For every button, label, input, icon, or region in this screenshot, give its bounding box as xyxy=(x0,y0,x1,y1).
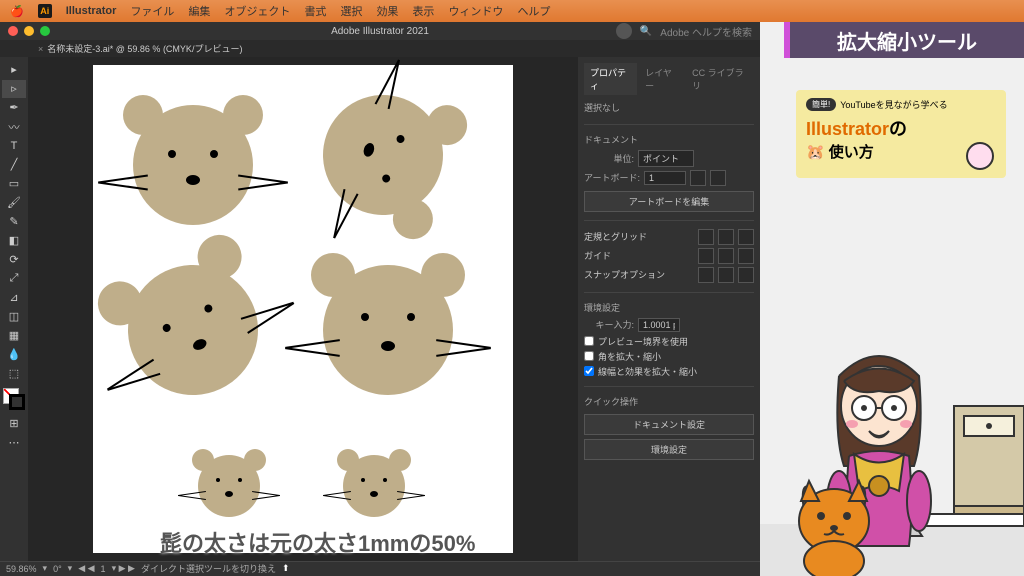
artboard-number[interactable]: 1 xyxy=(644,171,686,185)
snap-label: スナップオプション xyxy=(584,268,665,281)
promo-avatar-icon xyxy=(966,142,994,170)
artboard[interactable] xyxy=(93,65,513,553)
promo-brand: Illustrator xyxy=(806,119,889,139)
document-section-label: ドキュメント xyxy=(584,133,754,146)
promo-tagline: YouTubeを見ながら学べる xyxy=(840,98,947,111)
zoom-level[interactable]: 59.86% xyxy=(6,564,37,574)
tutorial-caption: 髭の太さは元の太さ1mmの50% xyxy=(160,526,475,558)
free-transform-tool[interactable]: ◫ xyxy=(2,308,26,326)
pen-tool[interactable]: ✒ xyxy=(2,99,26,117)
menu-view[interactable]: 表示 xyxy=(412,3,434,19)
menu-object[interactable]: オブジェクト xyxy=(224,3,290,19)
rotate-value[interactable]: 0° xyxy=(53,564,62,574)
app-icon: Ai xyxy=(38,4,52,18)
width-tool[interactable]: ⊿ xyxy=(2,289,26,307)
edit-toolbar[interactable]: ⋯ xyxy=(2,434,26,452)
brush-tool[interactable]: 🖌 xyxy=(2,194,26,212)
transparency-grid-icon[interactable] xyxy=(738,229,754,245)
snap-pixel-icon[interactable] xyxy=(738,267,754,283)
window-titlebar: Adobe Illustrator 2021 🔍 Adobe ヘルプを検索 xyxy=(0,22,760,40)
artboard-prev-icon[interactable] xyxy=(690,170,706,186)
menu-bar: 🍎 Ai Illustrator ファイル 編集 オブジェクト 書式 選択 効果… xyxy=(0,0,1024,22)
edit-artboards-button[interactable]: アートボードを編集 xyxy=(584,191,754,212)
guide-show-icon[interactable] xyxy=(698,248,714,264)
ruler-grid-label: 定規とグリッド xyxy=(584,230,647,243)
promo-card: 簡単! YouTubeを見ながら学べる Illustratorの 🐹 使い方 xyxy=(796,90,1006,178)
guide-smart-icon[interactable] xyxy=(738,248,754,264)
artboard-label: アートボード: xyxy=(584,171,640,184)
blend-tool[interactable]: ⬚ xyxy=(2,365,26,383)
video-title-banner: 拡大縮小ツール xyxy=(784,22,1024,58)
document-setup-button[interactable]: ドキュメント設定 xyxy=(584,414,754,435)
toolbar: ▸ ▹ ✒ 〰 T ╱ ▭ 🖌 ✎ ◧ ⟳ ⤢ ⊿ ◫ ▦ 💧 ⬚ ⊞ ⋯ xyxy=(0,57,28,561)
tab-cc-libraries[interactable]: CC ライブラリ xyxy=(686,63,754,95)
eraser-tool[interactable]: ◧ xyxy=(2,232,26,250)
tool-hint: ダイレクト選択ツールを切り換え xyxy=(141,562,276,575)
tab-layers[interactable]: レイヤー xyxy=(639,63,684,95)
menu-help[interactable]: ヘルプ xyxy=(517,3,550,19)
snap-grid-icon[interactable] xyxy=(718,267,734,283)
prefs-label: 環境設定 xyxy=(584,301,754,314)
fill-stroke-swatch[interactable] xyxy=(3,388,25,410)
tab-properties[interactable]: プロパティ xyxy=(584,63,637,95)
cat-mascot xyxy=(789,466,879,576)
user-avatar[interactable] xyxy=(616,23,632,39)
document-tabs: 名称未設定-3.ai* @ 59.86 % (CMYK/プレビュー) xyxy=(0,40,760,57)
checkbox-preview-bounds[interactable]: プレビュー境界を使用 xyxy=(584,335,754,348)
line-tool[interactable]: ╱ xyxy=(2,156,26,174)
rectangle-tool[interactable]: ▭ xyxy=(2,175,26,193)
pencil-tool[interactable]: ✎ xyxy=(2,213,26,231)
illustrator-window: Adobe Illustrator 2021 🔍 Adobe ヘルプを検索 名称… xyxy=(0,22,760,576)
menu-edit[interactable]: 編集 xyxy=(188,3,210,19)
curvature-tool[interactable]: 〰 xyxy=(2,118,26,136)
search-icon[interactable]: 🔍 xyxy=(640,26,652,37)
artboard-nav[interactable]: 1 xyxy=(101,564,106,574)
unit-label: 単位: xyxy=(584,152,634,165)
checkbox-scale-corners[interactable]: 角を拡大・縮小 xyxy=(584,350,754,363)
promo-badge: 簡単! xyxy=(806,98,836,111)
gradient-tool[interactable]: ▦ xyxy=(2,327,26,345)
selection-tool[interactable]: ▸ xyxy=(2,61,26,79)
ruler-icon[interactable] xyxy=(698,229,714,245)
scale-tool[interactable]: ⤢ xyxy=(2,270,26,288)
eyedropper-tool[interactable]: 💧 xyxy=(2,346,26,364)
properties-panel: プロパティ レイヤー CC ライブラリ 選択なし ドキュメント 単位: ポイント… xyxy=(578,57,760,561)
type-tool[interactable]: T xyxy=(2,137,26,155)
selection-status: 選択なし xyxy=(584,101,754,114)
promo-subtitle: 使い方 xyxy=(829,141,874,162)
grid-icon[interactable] xyxy=(718,229,734,245)
document-tab[interactable]: 名称未設定-3.ai* @ 59.86 % (CMYK/プレビュー) xyxy=(30,42,250,55)
canvas[interactable] xyxy=(28,57,578,561)
screen-mode[interactable]: ⊞ xyxy=(2,415,26,433)
menu-select[interactable]: 選択 xyxy=(340,3,362,19)
apple-icon[interactable]: 🍎 xyxy=(10,5,24,18)
menu-window[interactable]: ウィンドウ xyxy=(448,3,503,19)
preferences-button[interactable]: 環境設定 xyxy=(584,439,754,460)
stroke-swatch[interactable] xyxy=(9,394,25,410)
menu-type[interactable]: 書式 xyxy=(304,3,326,19)
status-bar: 59.86% ▾ 0° ▾ ◀ ◀ 1 ▾ ▶ ▶ ダイレクト選択ツールを切り換… xyxy=(0,561,760,576)
quick-actions-label: クイック操作 xyxy=(584,395,754,408)
search-placeholder[interactable]: Adobe ヘルプを検索 xyxy=(660,24,752,39)
menu-effect[interactable]: 効果 xyxy=(376,3,398,19)
key-input-field[interactable] xyxy=(638,318,680,332)
artboard-next-icon[interactable] xyxy=(710,170,726,186)
guide-lock-icon[interactable] xyxy=(718,248,734,264)
guides-label: ガイド xyxy=(584,249,611,262)
direct-selection-tool[interactable]: ▹ xyxy=(2,80,26,98)
rotate-tool[interactable]: ⟳ xyxy=(2,251,26,269)
snap-point-icon[interactable] xyxy=(698,267,714,283)
checkbox-scale-strokes[interactable]: 線幅と効果を拡大・縮小 xyxy=(584,365,754,378)
app-menu[interactable]: Illustrator xyxy=(66,5,117,17)
unit-select[interactable]: ポイント xyxy=(638,150,694,167)
key-input-label: キー入力: xyxy=(584,318,634,331)
menu-file[interactable]: ファイル xyxy=(130,3,174,19)
